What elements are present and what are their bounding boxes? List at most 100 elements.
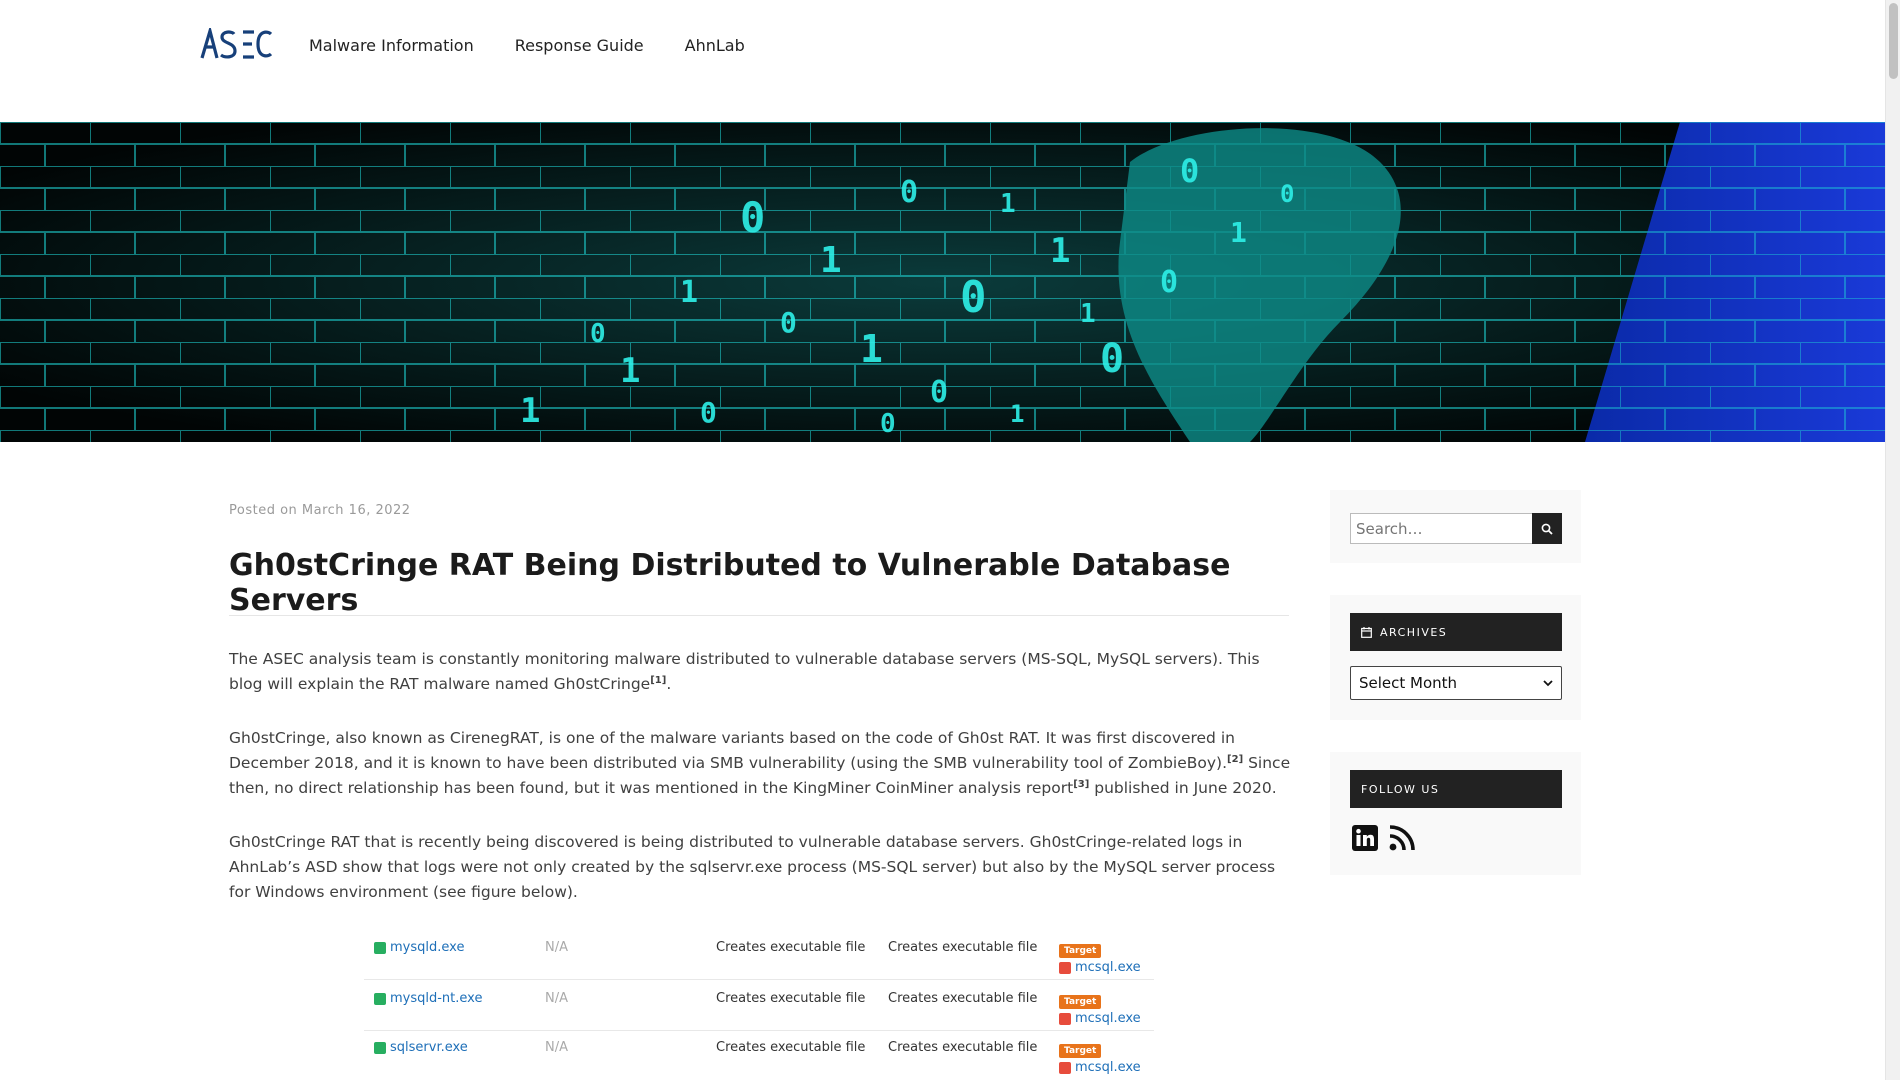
main-nav: Malware Information Response Guide AhnLa… [309,36,786,55]
svg-text:0: 0 [780,306,797,339]
na-cell: N/A [545,1040,568,1055]
svg-text:0: 0 [1160,265,1178,300]
svg-text:1: 1 [620,351,640,391]
target-badge: Target [1059,1044,1102,1058]
svg-text:0: 0 [740,193,765,242]
svg-text:1: 1 [1050,231,1070,271]
social-links [1352,824,1416,852]
target-file-name: mcsql.exe [1075,1060,1141,1075]
action-cell: Creates executable file [716,1040,866,1055]
scrollbar-thumb[interactable] [1889,3,1898,79]
na-cell: N/A [545,940,568,955]
svg-text:1: 1 [520,391,540,431]
svg-text:1: 1 [680,275,698,310]
footnote-ref-2[interactable]: [2] [1227,754,1243,765]
paragraph-tail: . [666,675,672,693]
process-cell[interactable]: mysqld-nt.exe [374,991,482,1006]
search-input[interactable] [1350,513,1533,544]
action-cell: Creates executable file [716,991,866,1006]
svg-text:1: 1 [1230,216,1247,249]
follow-heading: FOLLOW US [1350,770,1562,808]
follow-title: FOLLOW US [1361,782,1440,796]
process-name: sqlservr.exe [390,1040,468,1055]
page-scrollbar[interactable] [1885,0,1900,1080]
target-file[interactable]: mcsql.exe [1059,1060,1141,1075]
search-widget [1330,490,1581,563]
svg-text:1: 1 [860,327,883,371]
svg-text:1: 1 [1000,189,1016,219]
svg-text:0: 0 [880,409,896,439]
process-cell[interactable]: mysqld.exe [374,940,464,955]
svg-text:0: 0 [1180,152,1199,190]
svg-text:0: 0 [590,319,606,349]
post-paragraph-1: The ASEC analysis team is constantly mon… [229,647,1291,697]
archives-widget: ARCHIVES Select Month [1330,595,1581,720]
target-badge: Target [1059,944,1102,958]
process-icon [374,992,386,1005]
paragraph-text: Gh0stCringe, also known as CirenegRAT, i… [229,729,1235,772]
post-meta-prefix: Posted on [229,503,298,518]
target-file[interactable]: mcsql.exe [1059,960,1141,975]
svg-text:0: 0 [900,175,918,210]
process-cell[interactable]: sqlservr.exe [374,1040,468,1055]
svg-text:0: 0 [930,375,948,410]
nav-response-guide[interactable]: Response Guide [515,36,644,55]
paragraph-text: published in June 2020. [1089,779,1277,797]
target-cell: Target mcsql.exe [1059,1042,1141,1075]
action-cell: Creates executable file [716,940,866,955]
svg-text:0: 0 [700,396,717,429]
post-date-link[interactable]: March 16, 2022 [302,503,411,518]
action-cell: Creates executable file [888,940,1038,955]
svg-text:1: 1 [1010,400,1024,428]
post-paragraph-3: Gh0stCringe RAT that is recently being d… [229,833,1276,901]
rss-icon[interactable] [1388,824,1416,852]
svg-text:0: 0 [960,272,987,323]
archives-heading: ARCHIVES [1350,613,1562,651]
search-icon [1541,523,1553,535]
na-cell: N/A [545,991,568,1006]
nav-ahnlab[interactable]: AhnLab [685,36,745,55]
paragraph-text: The ASEC analysis team is constantly mon… [229,650,1260,693]
chevron-down-icon [1543,680,1553,687]
post-meta: Posted on March 16, 2022 [229,503,411,518]
svg-text:0: 0 [1100,336,1124,382]
archives-month-select[interactable]: Select Month [1350,666,1562,700]
process-name: mysqld-nt.exe [390,991,483,1006]
action-cell: Creates executable file [888,1040,1038,1055]
process-icon [374,1041,386,1054]
asd-log-figure: mysqld.exe N/A Creates executable file C… [364,930,1154,1080]
file-icon [1059,1012,1071,1025]
target-badge: Target [1059,995,1102,1009]
selected-month: Select Month [1359,674,1458,692]
asec-logo[interactable] [200,28,272,60]
title-divider [229,615,1289,616]
footnote-ref-3[interactable]: [3] [1073,779,1089,790]
target-cell: Target mcsql.exe [1059,942,1141,975]
post-title: Gh0stCringe RAT Being Distributed to Vul… [229,548,1231,618]
file-icon [1059,961,1071,974]
svg-text:1: 1 [1080,299,1096,329]
site-header: Malware Information Response Guide AhnLa… [0,0,1885,121]
action-cell: Creates executable file [888,991,1038,1006]
table-row: mysqld-nt.exe N/A Creates executable fil… [364,981,1154,1031]
target-file-name: mcsql.exe [1075,960,1141,975]
svg-text:1: 1 [820,240,842,281]
archives-title: ARCHIVES [1380,625,1448,639]
svg-text:0: 0 [1280,180,1294,208]
header-banner-image: 0 1 0 0 1 0 1 1 0 1 1 0 0 1 0 1 0 0 1 0 … [0,122,1885,442]
table-row: mysqld.exe N/A Creates executable file C… [364,930,1154,980]
linkedin-icon[interactable] [1352,825,1378,851]
nav-malware-information[interactable]: Malware Information [309,36,474,55]
search-button[interactable] [1532,513,1562,544]
post-paragraph-2: Gh0stCringe, also known as CirenegRAT, i… [229,726,1291,801]
target-file[interactable]: mcsql.exe [1059,1011,1141,1026]
process-name: mysqld.exe [390,940,465,955]
target-cell: Target mcsql.exe [1059,993,1141,1026]
table-row: sqlservr.exe N/A Creates executable file… [364,1030,1154,1080]
binary-wall-graphic: 0 1 0 0 1 0 1 1 0 1 1 0 0 1 0 1 0 0 1 0 … [0,122,1885,442]
target-file-name: mcsql.exe [1075,1011,1141,1026]
footnote-ref-1[interactable]: [1] [650,675,666,686]
calendar-icon [1361,626,1372,638]
file-icon [1059,1061,1071,1074]
process-icon [374,941,386,954]
